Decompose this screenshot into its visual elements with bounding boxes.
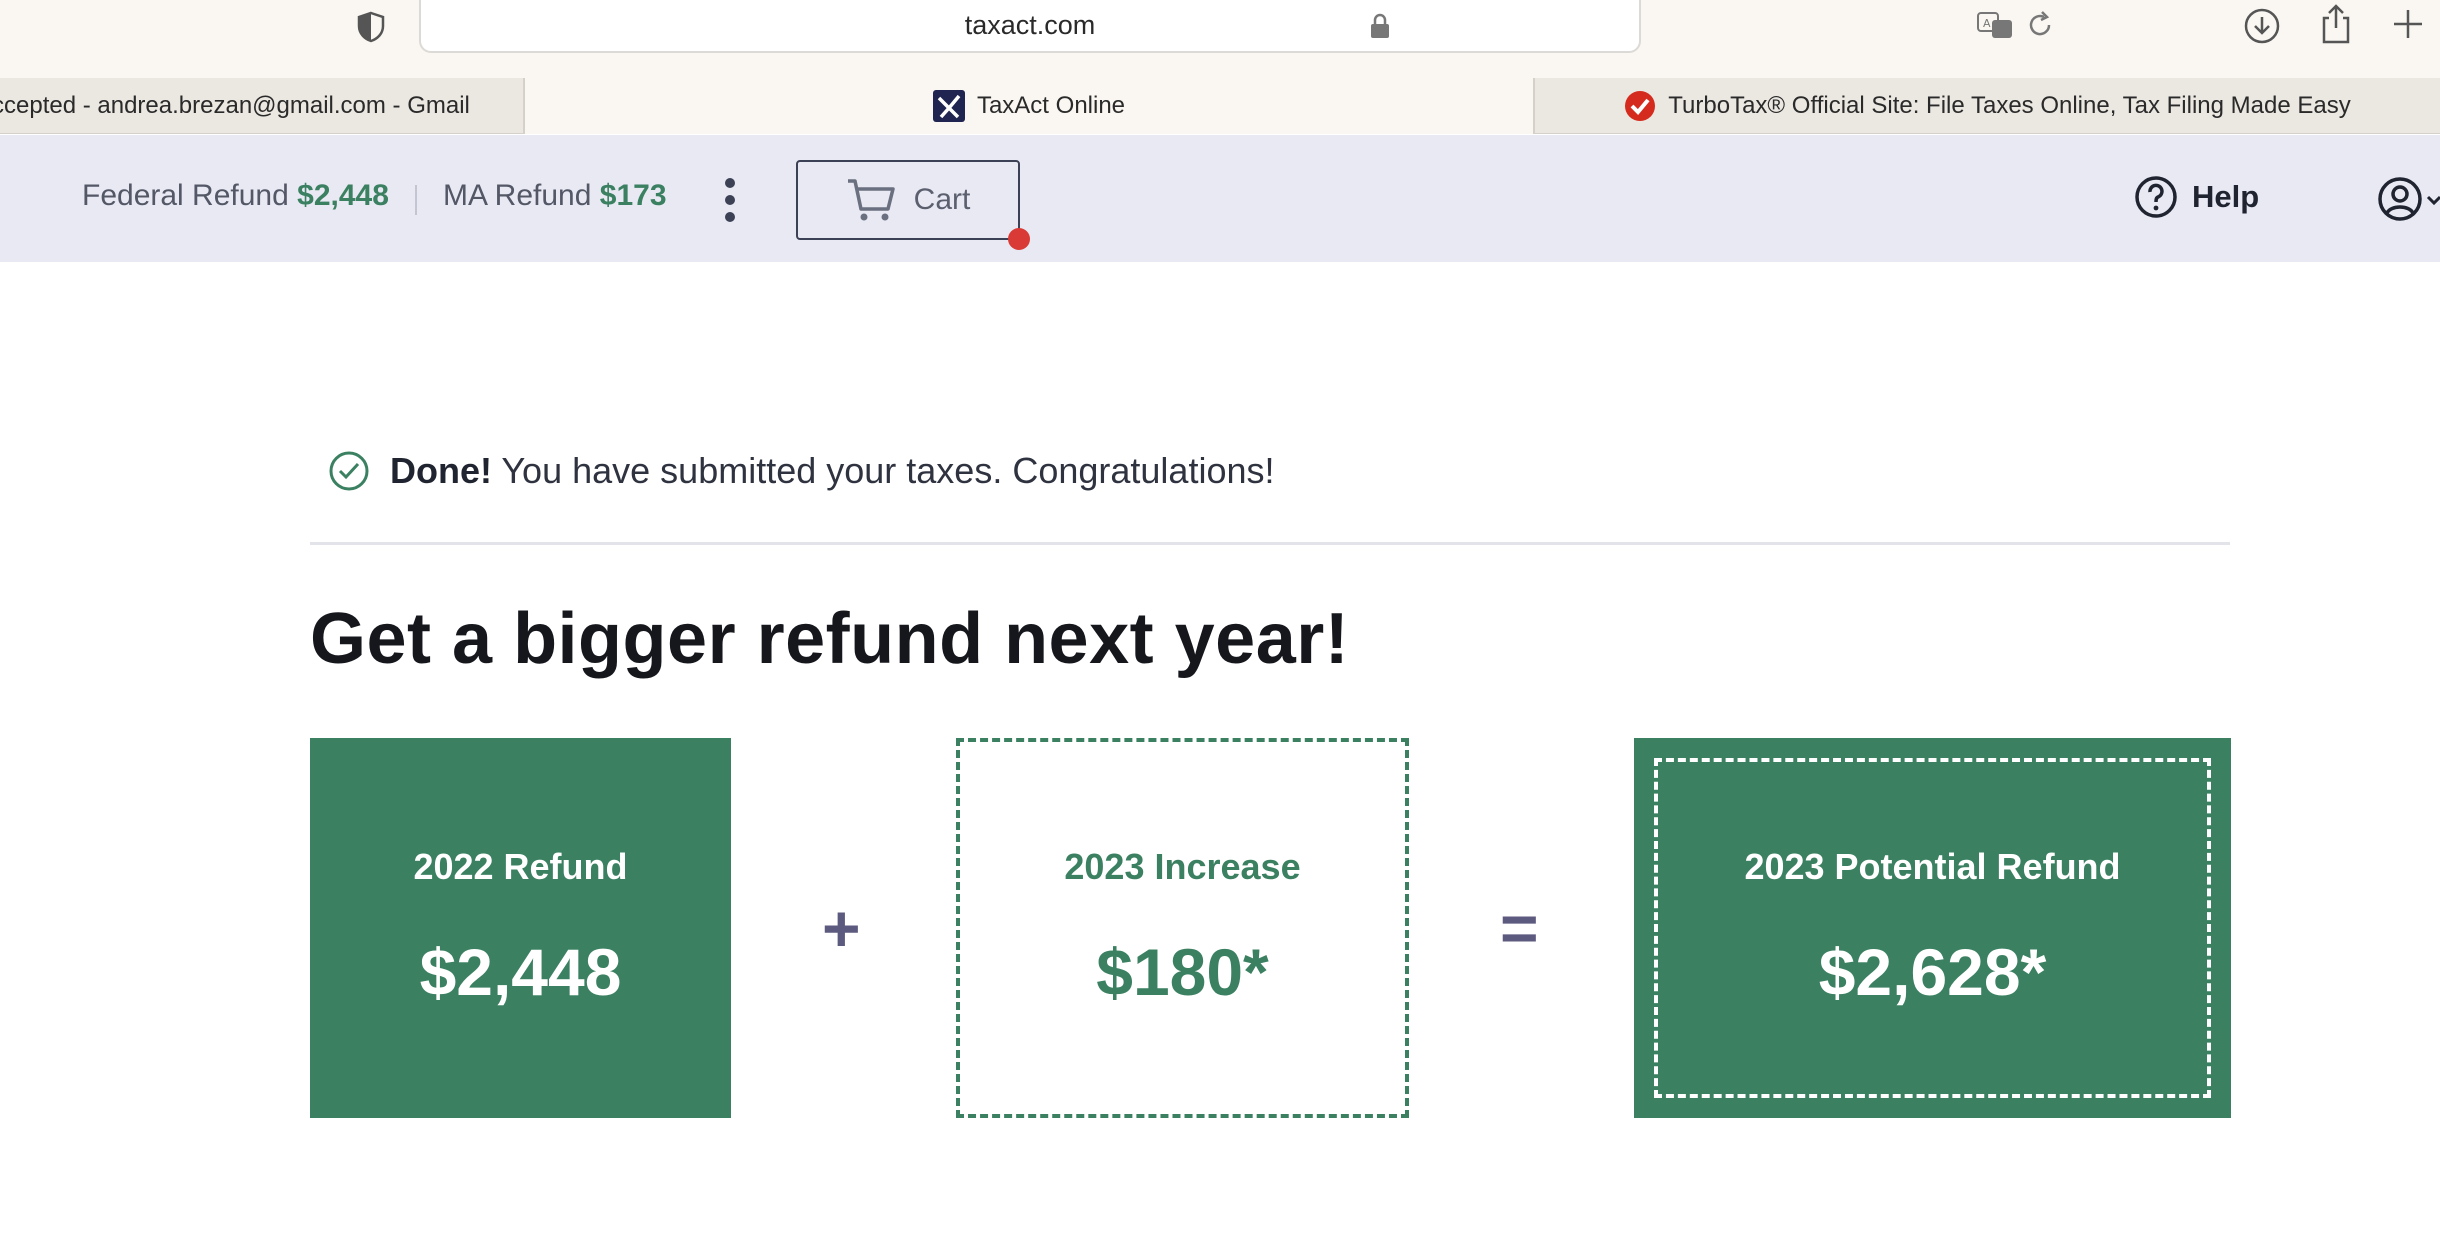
new-tab-icon[interactable] [2390, 6, 2426, 42]
confirmation-text: Done! You have submitted your taxes. Con… [390, 450, 1275, 492]
done-label: Done! [390, 450, 492, 491]
federal-refund[interactable]: Federal Refund $2,448 [82, 179, 389, 213]
equals-operator: = [1500, 891, 1539, 965]
state-refund[interactable]: MA Refund $173 [443, 179, 667, 213]
potential-refund-2023-card: 2023 Potential Refund $2,628* [1634, 738, 2231, 1118]
increase-2023-card: 2023 Increase $180* [956, 738, 1409, 1118]
url-text: taxact.com [964, 10, 1096, 40]
check-circle-icon [329, 451, 369, 491]
page-title: Get a bigger refund next year! [310, 599, 1350, 679]
account-icon[interactable] [2376, 175, 2440, 223]
dashed-inner-border [1654, 758, 2211, 1098]
browser-toolbar: taxact.com A [0, 0, 2440, 78]
tab-taxact-label: TaxAct Online [976, 92, 1126, 119]
svg-text:A: A [1983, 17, 1991, 30]
done-message: You have submitted your taxes. Congratul… [492, 450, 1275, 491]
turbotax-favicon-icon [1625, 91, 1656, 121]
share-icon[interactable] [2318, 2, 2354, 46]
tab-turbotax[interactable]: TurboTax® Official Site: File Taxes Onli… [1533, 78, 2440, 134]
app-header: Federal Refund $2,448 MA Refund $173 Car… [0, 135, 2440, 262]
submission-confirmation: Done! You have submitted your taxes. Con… [328, 450, 1275, 492]
increase-2023-value: $180* [1096, 935, 1269, 1009]
download-icon[interactable] [2242, 6, 2282, 46]
taxact-favicon-icon [932, 90, 965, 122]
increase-2023-label: 2023 Increase [1064, 846, 1301, 887]
refund-2022-label: 2022 Refund [413, 846, 628, 887]
header-divider [415, 185, 417, 215]
refund-2022-card: 2022 Refund $2,448 [310, 738, 731, 1118]
tab-gmail-label: ccepted - andrea.brezan@gmail.com - Gmai… [0, 92, 470, 119]
cart-button[interactable]: Cart [796, 160, 1030, 250]
tab-gmail[interactable]: ccepted - andrea.brezan@gmail.com - Gmai… [0, 78, 525, 134]
refund-2022-value: $2,448 [419, 935, 622, 1009]
cart-label: Cart [913, 183, 971, 216]
help-label: Help [2192, 179, 2260, 214]
tab-taxact[interactable]: TaxAct Online [525, 78, 1533, 134]
federal-refund-label: Federal Refund [82, 179, 289, 212]
state-refund-label: MA Refund [443, 179, 592, 212]
address-bar[interactable]: taxact.com A [419, 0, 2051, 53]
federal-refund-amount: $2,448 [297, 179, 389, 212]
plus-operator: + [822, 891, 861, 965]
tab-turbotax-label: TurboTax® Official Site: File Taxes Onli… [1668, 92, 2351, 119]
cart-notification-dot [1008, 228, 1030, 250]
help-icon [2135, 176, 2177, 218]
cart-icon [847, 179, 895, 221]
tab-bar: ccepted - andrea.brezan@gmail.com - Gmai… [0, 78, 2440, 134]
shield-icon[interactable] [354, 10, 388, 44]
translate-icon[interactable]: A [1976, 10, 2014, 40]
state-refund-amount: $173 [599, 179, 667, 212]
help-button[interactable]: Help [2134, 175, 2259, 219]
more-vertical-icon[interactable] [723, 177, 737, 223]
section-divider [310, 542, 2230, 545]
reload-icon[interactable] [2025, 10, 2055, 40]
